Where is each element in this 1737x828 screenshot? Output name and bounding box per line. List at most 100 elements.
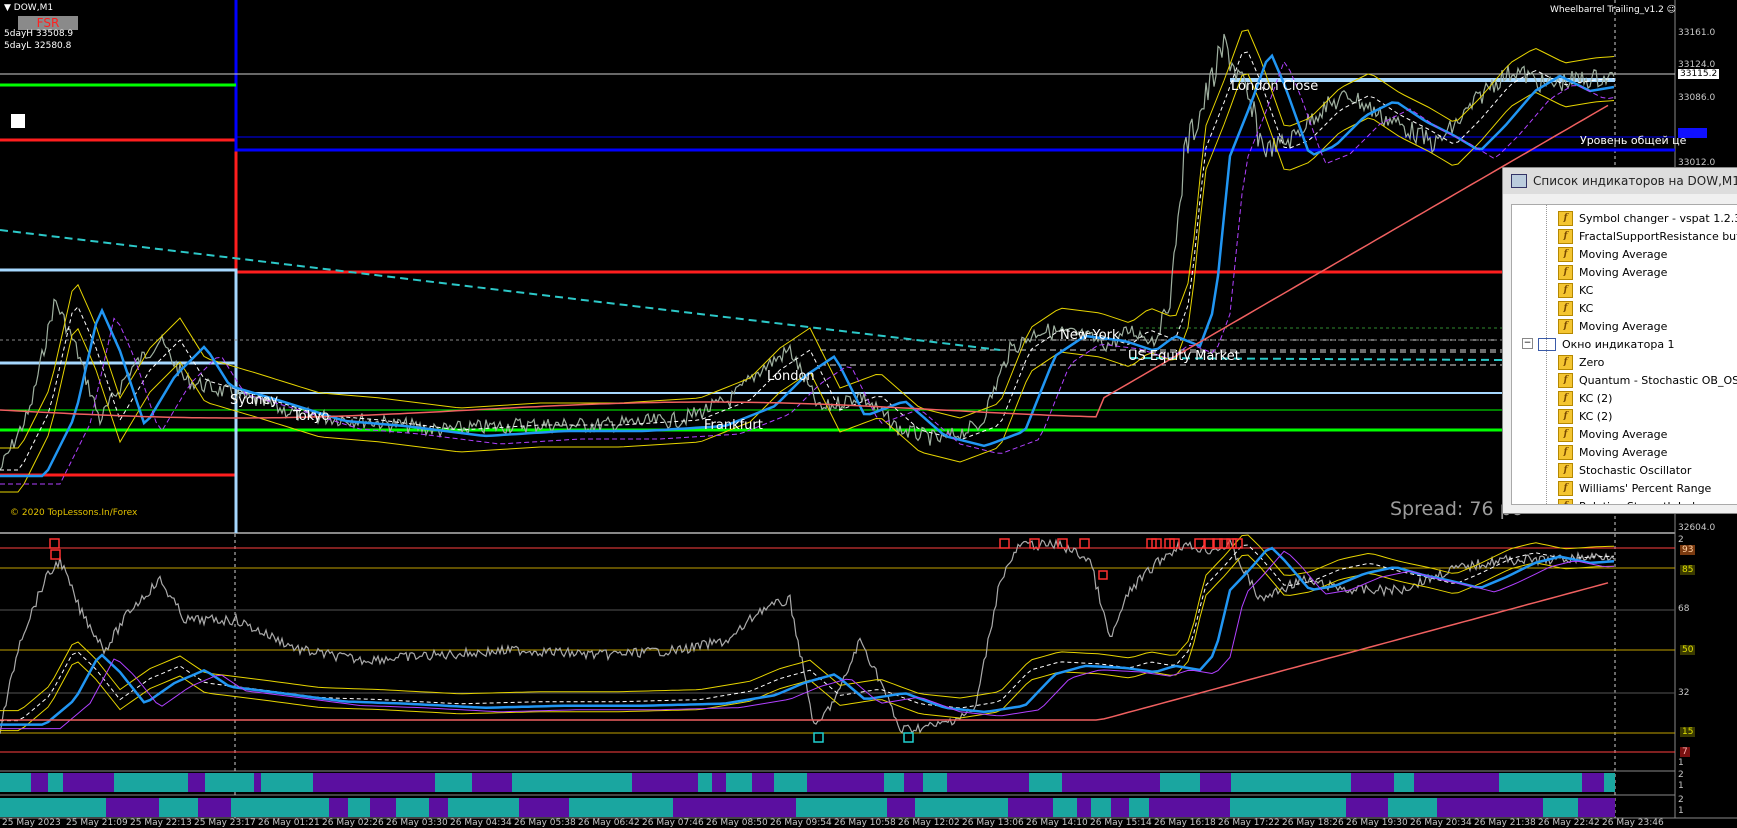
indicator-f-icon: f	[1558, 498, 1573, 504]
trend-strip-segment	[79, 798, 106, 817]
trend-strip-segment	[1322, 773, 1351, 792]
trend-strip-segment	[1086, 773, 1115, 792]
trend-strip-segment	[114, 773, 144, 792]
five-day-low: 5dayL 32580.8	[4, 41, 72, 51]
trend-strip-segment	[267, 798, 286, 817]
osc-moving-average-purple	[0, 550, 1615, 730]
indicator-item[interactable]: f KC (2)	[1558, 389, 1612, 407]
indicator-f-icon: f	[1558, 228, 1573, 244]
indicator-label: Relative Strength Index	[1579, 500, 1708, 505]
trend-strip-segment	[1160, 773, 1200, 792]
indicator-f-icon: f	[1558, 246, 1573, 262]
collapse-triangle-icon[interactable]: ▼	[4, 3, 11, 13]
indicator-item[interactable]: f Symbol changer - vspat 1.2.3	[1558, 209, 1737, 227]
strip-tick: 1	[1678, 806, 1684, 816]
trend-strip-segment	[1380, 798, 1388, 817]
indicator-item[interactable]: f FractalSupportResistance button	[1558, 227, 1737, 245]
trend-strip-segment	[1043, 798, 1053, 817]
indicator-list-title: Список индикаторов на DOW,M1	[1533, 174, 1737, 188]
trend-strip-segment	[1606, 798, 1615, 817]
trend-strip-segment	[448, 798, 483, 817]
indicator-item[interactable]: f KC	[1558, 281, 1593, 299]
trend-strip-segment	[976, 773, 985, 792]
trend-strip-segment	[923, 773, 947, 792]
indicator-item[interactable]: f KC	[1558, 299, 1593, 317]
indicator-label: Moving Average	[1579, 265, 1668, 279]
lightblue-level	[0, 268, 238, 533]
common-level-label: Уровень общей це	[1580, 134, 1687, 147]
price-chart[interactable]	[0, 0, 1737, 827]
trend-strip-segment	[1129, 798, 1149, 817]
overbought-marker	[50, 549, 61, 560]
indicator-list-window[interactable]: Список индикаторов на DOW,M1 f Symbol cha…	[1502, 167, 1737, 514]
trend-strip-segment	[1302, 798, 1346, 817]
fsr-button[interactable]: FSR	[18, 16, 78, 30]
trend-strip-segment	[63, 773, 76, 792]
indicator-f-icon: f	[1558, 354, 1573, 370]
indicator-f-icon: f	[1558, 318, 1573, 334]
trend-strip-segment	[512, 773, 548, 792]
trend-strip-segment	[1604, 773, 1615, 792]
trend-strip-segment	[1351, 773, 1394, 792]
indicator-item[interactable]: f Moving Average	[1558, 425, 1667, 443]
trend-strip-segment	[698, 773, 712, 792]
indicator-item[interactable]: f Moving Average	[1558, 317, 1667, 335]
smiley-icon: ☺	[1666, 5, 1677, 15]
trend-strip-segment	[244, 773, 254, 792]
indicator-f-icon: f	[1558, 282, 1573, 298]
indicator-f-icon: f	[1558, 300, 1573, 316]
indicator-item[interactable]: f Zero	[1558, 353, 1604, 371]
indicator-item[interactable]: f Moving Average	[1558, 443, 1667, 461]
trend-strip-segment	[31, 773, 48, 792]
trend-strip-segment	[144, 773, 188, 792]
indicator-item[interactable]: f Quantum - Stochastic OB_OS	[1558, 371, 1737, 389]
indicator-item[interactable]: f Relative Strength Index	[1558, 497, 1708, 505]
osc-moving-average-blue	[0, 546, 1615, 726]
trend-strip-segment	[519, 798, 563, 817]
indicator-item[interactable]: f Williams' Percent Range	[1558, 479, 1711, 497]
trend-strip-segment	[1053, 798, 1077, 817]
trend-strip-segment	[198, 798, 231, 817]
ea-name: Wheelbarrel Trailing_v1.2 ☺	[1550, 5, 1677, 15]
trend-strip-segment	[286, 798, 329, 817]
trend-strip-segment	[11, 798, 50, 817]
trend-strip-segment	[129, 798, 159, 817]
indicator-item[interactable]: f KC (2)	[1558, 407, 1612, 425]
indicator-window-node[interactable]: Окно индикатора 1	[1538, 335, 1675, 353]
trend-strip-segment	[887, 798, 915, 817]
indicator-item[interactable]: f Moving Average	[1558, 263, 1667, 281]
trend-strip-segment	[1299, 773, 1322, 792]
trend-strip-segment	[329, 798, 348, 817]
indicator-f-icon: f	[1558, 462, 1573, 478]
five-day-high: 5dayH 33508.9	[4, 29, 74, 39]
trend-strip-segment	[396, 798, 429, 817]
overbought-marker	[49, 538, 60, 549]
session-label-tokyo: Tokyo	[293, 409, 330, 424]
trend-strip-segment	[387, 773, 395, 792]
collapse-toggle-icon[interactable]: −	[1522, 338, 1533, 349]
white-square-button[interactable]	[11, 114, 25, 128]
trend-strip-segment	[755, 798, 796, 817]
osc-level-badge: 7	[1680, 747, 1690, 757]
trend-strip-segment	[1492, 773, 1499, 792]
indicator-label: Williams' Percent Range	[1579, 481, 1712, 495]
price-tick: 33161.0	[1678, 28, 1716, 38]
trend-strip-segment	[581, 798, 606, 817]
keltner-channel-upper	[0, 29, 1615, 449]
indicator-f-icon: f	[1558, 372, 1573, 388]
window-icon	[1511, 174, 1527, 188]
trend-strip-segment	[0, 773, 31, 792]
indicator-label: Moving Average	[1579, 427, 1668, 441]
trend-strip-segment	[904, 773, 923, 792]
trend-strip-segment	[632, 773, 663, 792]
osc-level-badge: 50	[1680, 645, 1696, 655]
trend-strip-segment	[1414, 773, 1441, 792]
indicator-f-icon: f	[1558, 444, 1573, 460]
indicator-item[interactable]: f Moving Average	[1558, 245, 1667, 263]
indicator-item[interactable]: f Stochastic Oscillator	[1558, 461, 1691, 479]
trend-strip-segment	[1115, 773, 1160, 792]
trend-strip-segment	[673, 798, 706, 817]
indicator-list-titlebar[interactable]: Список индикаторов на DOW,M1	[1503, 168, 1737, 194]
trend-strip-segment	[1513, 798, 1543, 817]
indicator-tree[interactable]: f Symbol changer - vspat 1.2.3 f FractalSup…	[1511, 204, 1737, 505]
